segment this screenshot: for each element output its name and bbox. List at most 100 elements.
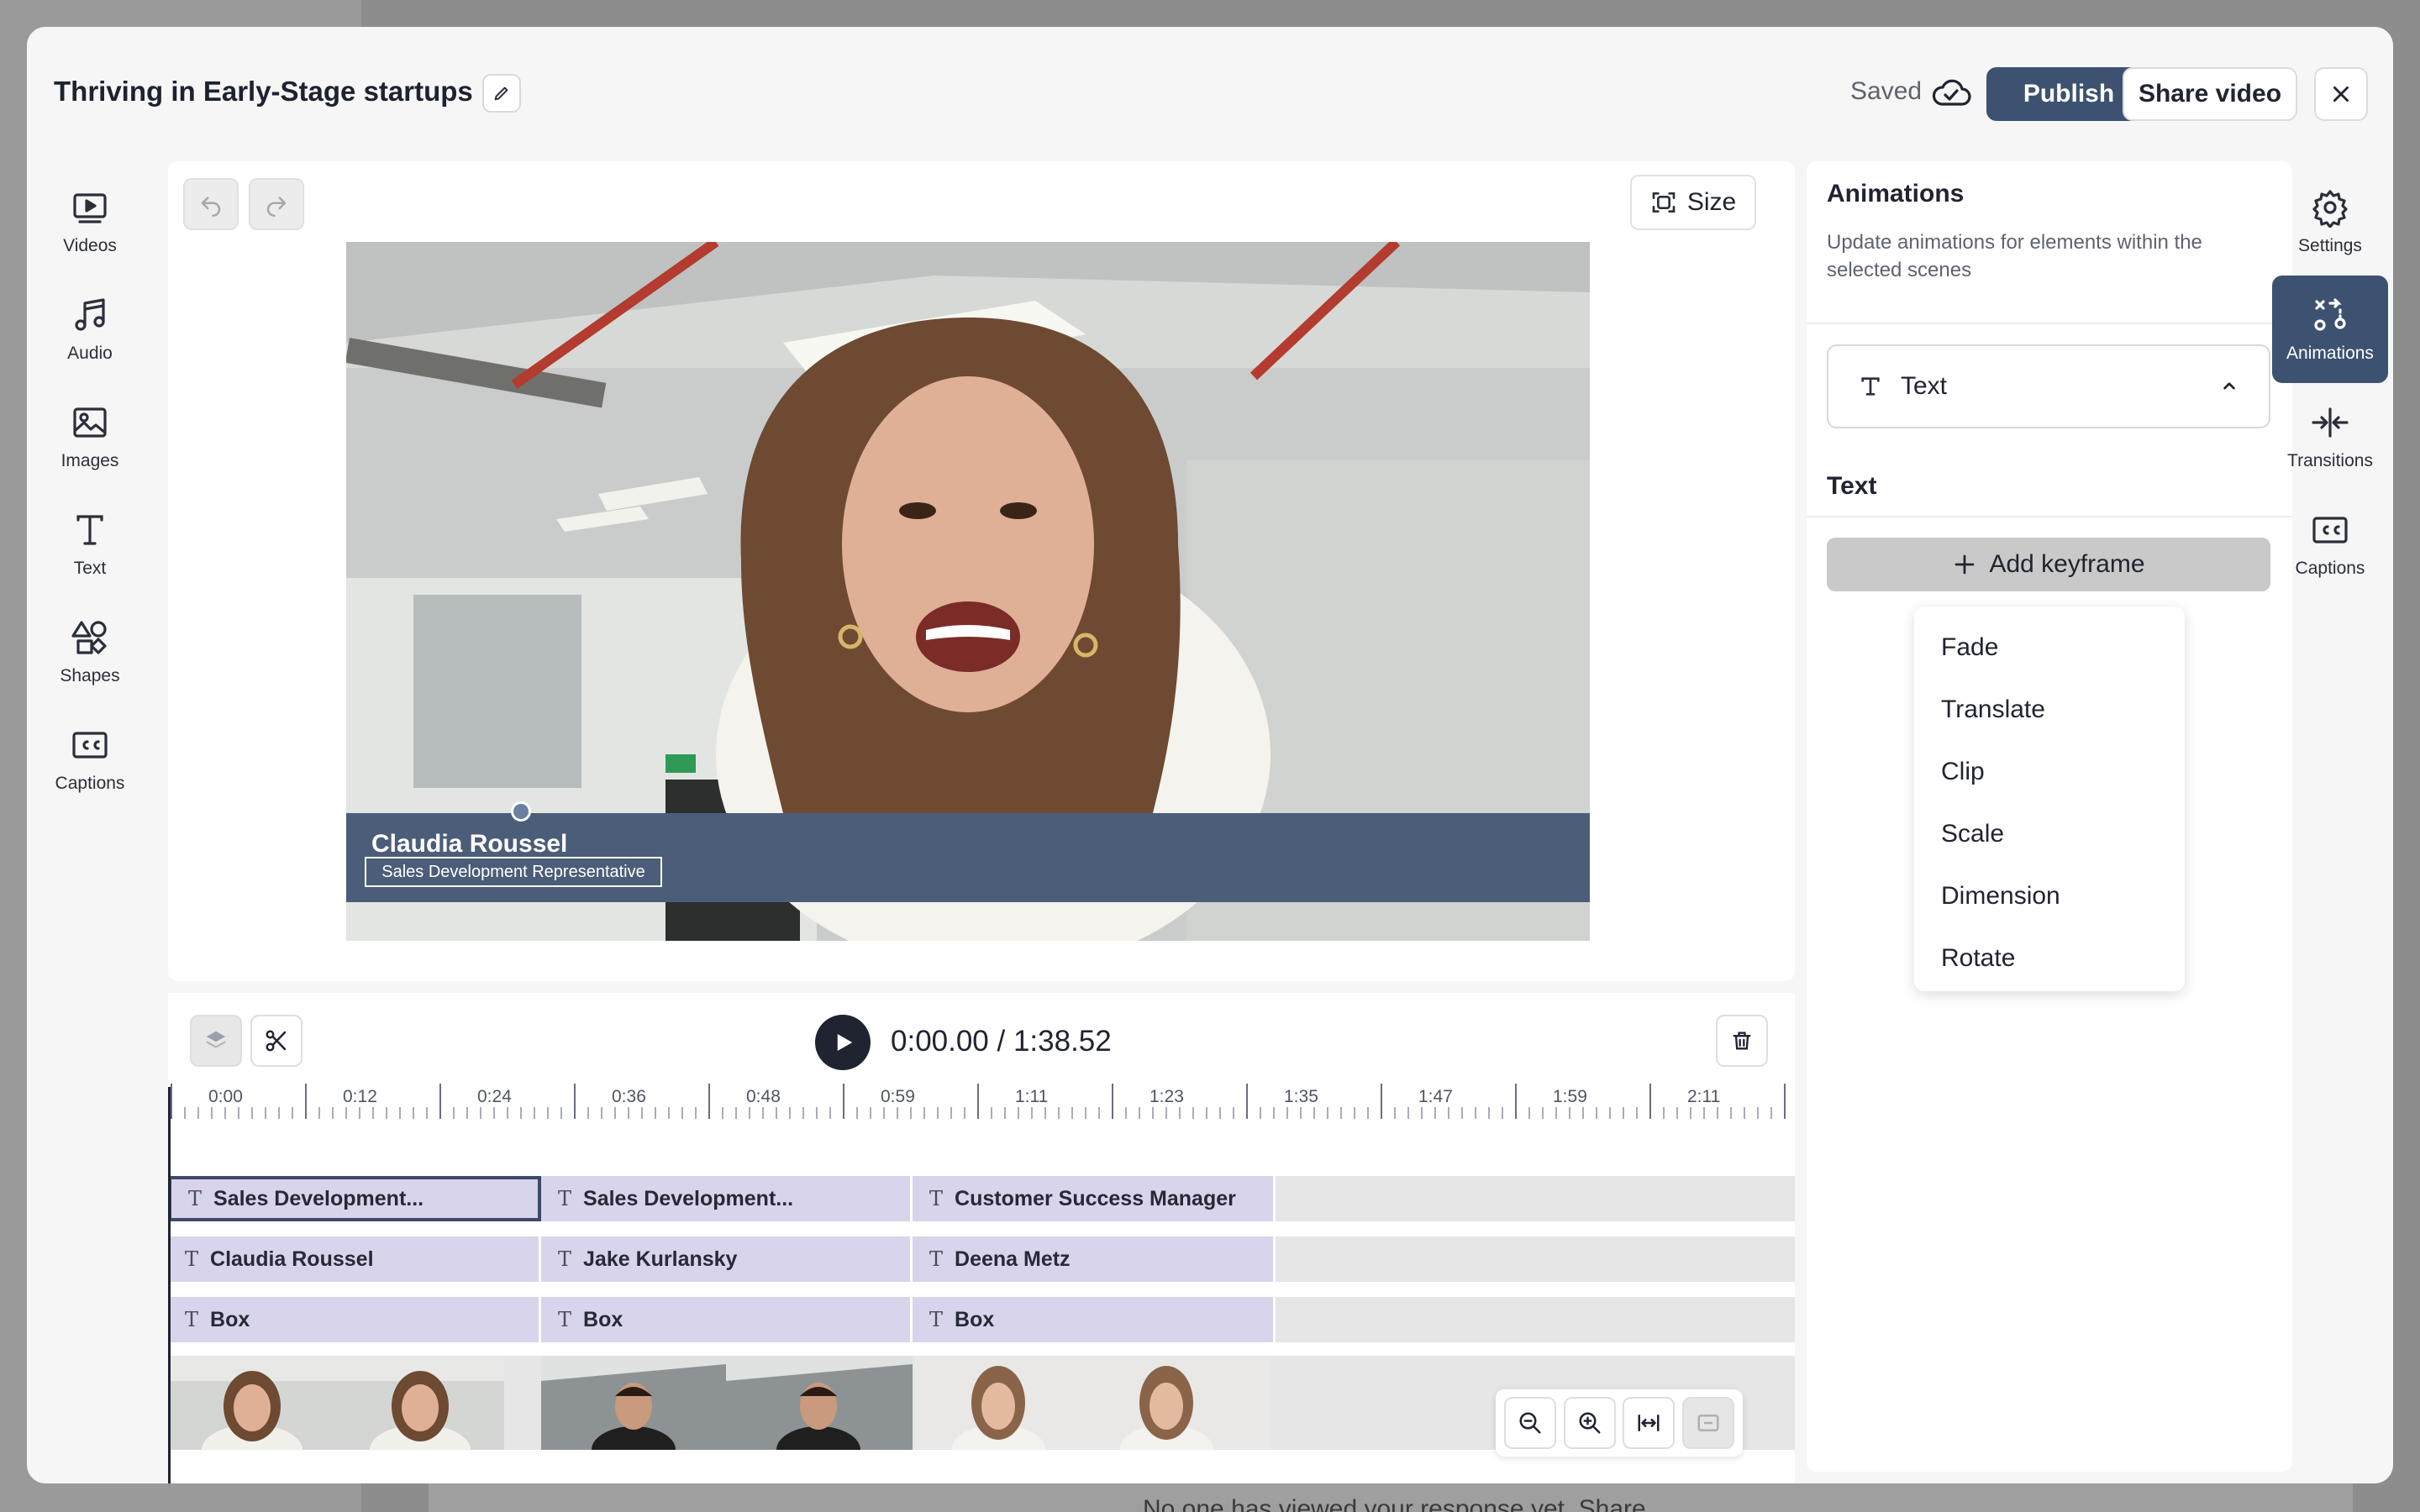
timeline-clip[interactable]: T Claudia Roussel — [168, 1236, 541, 1282]
share-video-button[interactable]: Share video — [2123, 67, 2297, 121]
play-button[interactable] — [815, 1015, 871, 1070]
pencil-icon — [494, 87, 508, 101]
fit-timeline-button[interactable] — [1623, 1397, 1676, 1449]
video-thumbnail[interactable] — [914, 1356, 1082, 1450]
clip-label: Sales Development... — [583, 1186, 794, 1210]
zoom-out-icon — [1519, 1412, 1541, 1434]
zoom-out-button[interactable] — [1504, 1397, 1557, 1449]
video-thumbnail[interactable] — [541, 1356, 726, 1450]
playhead[interactable] — [168, 1087, 171, 1483]
close-button[interactable] — [2314, 67, 2368, 121]
add-keyframe-button[interactable]: Add keyframe — [1827, 538, 2270, 591]
tool-shapes[interactable]: Shapes — [32, 598, 148, 706]
tick-label: 0:12 — [343, 1087, 377, 1106]
clip-label: Claudia Roussel — [210, 1247, 374, 1271]
clip-label: Sales Development... — [213, 1186, 424, 1210]
layers-icon — [206, 1031, 226, 1048]
tool-transitions[interactable]: Transitions — [2272, 383, 2388, 491]
panel-title: Animations — [1827, 180, 1965, 207]
tool-label: Captions — [2295, 559, 2365, 578]
tool-videos[interactable]: Videos — [32, 168, 148, 276]
size-label: Size — [1686, 188, 1737, 216]
video-title: Thriving in Early-Stage startups — [54, 76, 473, 107]
lower-third-bar[interactable]: Claudia Roussel Sales Development Repres… — [346, 813, 1590, 902]
video-thumbnail[interactable] — [168, 1356, 336, 1450]
tool-animations[interactable]: Animations — [2272, 276, 2388, 383]
text-clip-icon: T — [185, 1308, 199, 1331]
tool-images[interactable]: Images — [32, 383, 148, 491]
image-icon — [73, 407, 107, 438]
tool-label: Captions — [55, 774, 125, 793]
element-type-select[interactable]: Text — [1827, 344, 2270, 428]
cc-icon — [72, 732, 108, 759]
text-clip-icon: T — [185, 1247, 199, 1271]
tick-label: 2:11 — [1687, 1087, 1721, 1106]
scissors-icon — [266, 1030, 287, 1052]
text-clip-icon: T — [929, 1187, 944, 1210]
tool-label: Transitions — [2287, 451, 2373, 470]
zoom-in-icon — [1579, 1412, 1601, 1434]
menu-item-clip[interactable]: Clip — [1914, 741, 2185, 803]
menu-item-dimension[interactable]: Dimension — [1914, 865, 2185, 927]
timeline-clip[interactable]: T Customer Success Manager — [913, 1176, 1276, 1221]
timeline-clip[interactable]: T Sales Development... — [541, 1176, 913, 1221]
tool-settings[interactable]: Settings — [2272, 168, 2388, 276]
text-track-role: T Sales Development... T Sales Development… — [168, 1176, 1795, 1221]
delete-button[interactable] — [1716, 1015, 1768, 1067]
tool-label: Animations — [2286, 344, 2374, 363]
menu-item-translate[interactable]: Translate — [1914, 679, 2185, 741]
tool-audio[interactable]: Audio — [32, 276, 148, 383]
undo-button[interactable] — [183, 178, 239, 230]
tick-label: 0:59 — [881, 1087, 915, 1106]
tick-label: 1:59 — [1553, 1087, 1587, 1106]
video-thumbnail[interactable] — [336, 1356, 504, 1450]
text-clip-icon: T — [558, 1187, 572, 1210]
rotate-handle[interactable] — [511, 801, 531, 822]
timeline-clip-selected[interactable]: T Sales Development... — [168, 1176, 541, 1221]
menu-item-rotate[interactable]: Rotate — [1914, 927, 2185, 990]
divider — [1807, 323, 2292, 324]
size-button[interactable]: Size — [1630, 175, 1756, 230]
panel-description: Update animations for elements within th… — [1827, 231, 2202, 281]
time-ruler[interactable] — [168, 1077, 1795, 1127]
timeline-panel: 0:00.00 / 1:38.52 0:00 0:12 0:24 0:36 0:… — [168, 993, 1795, 1483]
text-clip-icon: T — [929, 1247, 944, 1271]
zoom-controls — [1496, 1389, 1743, 1457]
tool-label: Text — [73, 559, 107, 578]
tool-label: Shapes — [60, 666, 120, 685]
zoom-in-button[interactable] — [1563, 1397, 1616, 1449]
layers-button[interactable] — [190, 1015, 242, 1067]
tick-label: 1:11 — [1015, 1087, 1049, 1106]
timeline-clip[interactable]: T Jake Kurlansky — [541, 1236, 913, 1282]
video-thumbnail[interactable] — [1082, 1356, 1270, 1450]
menu-item-scale[interactable]: Scale — [1914, 803, 2185, 865]
cc-icon — [2312, 517, 2348, 543]
text-track-name: T Claudia Roussel T Jake Kurlansky T Deena … — [168, 1236, 1795, 1282]
timeline-clip[interactable]: T Box — [168, 1297, 541, 1342]
menu-item-fade[interactable]: Fade — [1914, 617, 2185, 679]
lower-third-name[interactable]: Claudia Roussel — [371, 830, 567, 858]
cloud-check-icon — [1932, 79, 1971, 106]
edit-title-button[interactable] — [482, 74, 521, 113]
tool-text[interactable]: Text — [32, 491, 148, 598]
video-preview[interactable]: Claudia Roussel Sales Development Repres… — [346, 242, 1590, 941]
tool-captions[interactable]: Captions — [32, 706, 148, 813]
timeline-clip[interactable]: T Box — [541, 1297, 913, 1342]
split-button[interactable] — [250, 1015, 302, 1067]
lower-third-role[interactable]: Sales Development Representative — [365, 857, 662, 887]
chevron-up-icon — [2223, 382, 2235, 390]
tool-captions[interactable]: Captions — [2272, 491, 2388, 598]
close-icon — [2333, 87, 2349, 102]
timeline-clip[interactable]: T Deena Metz — [913, 1236, 1276, 1282]
save-status: Saved — [1850, 77, 1923, 105]
tick-label: 0:24 — [477, 1087, 512, 1106]
timeline-clip[interactable]: T Box — [913, 1297, 1276, 1342]
undo-icon — [201, 197, 221, 217]
tick-label: 0:36 — [612, 1087, 646, 1106]
captions-toggle-button[interactable] — [1681, 1397, 1734, 1449]
tick-label: 1:23 — [1150, 1087, 1184, 1106]
video-thumbnail[interactable] — [726, 1356, 913, 1450]
text-clip-icon: T — [929, 1308, 944, 1331]
video-canvas: Size Claudia Roussel Sales Development R… — [168, 161, 1795, 981]
redo-button[interactable] — [249, 178, 304, 230]
